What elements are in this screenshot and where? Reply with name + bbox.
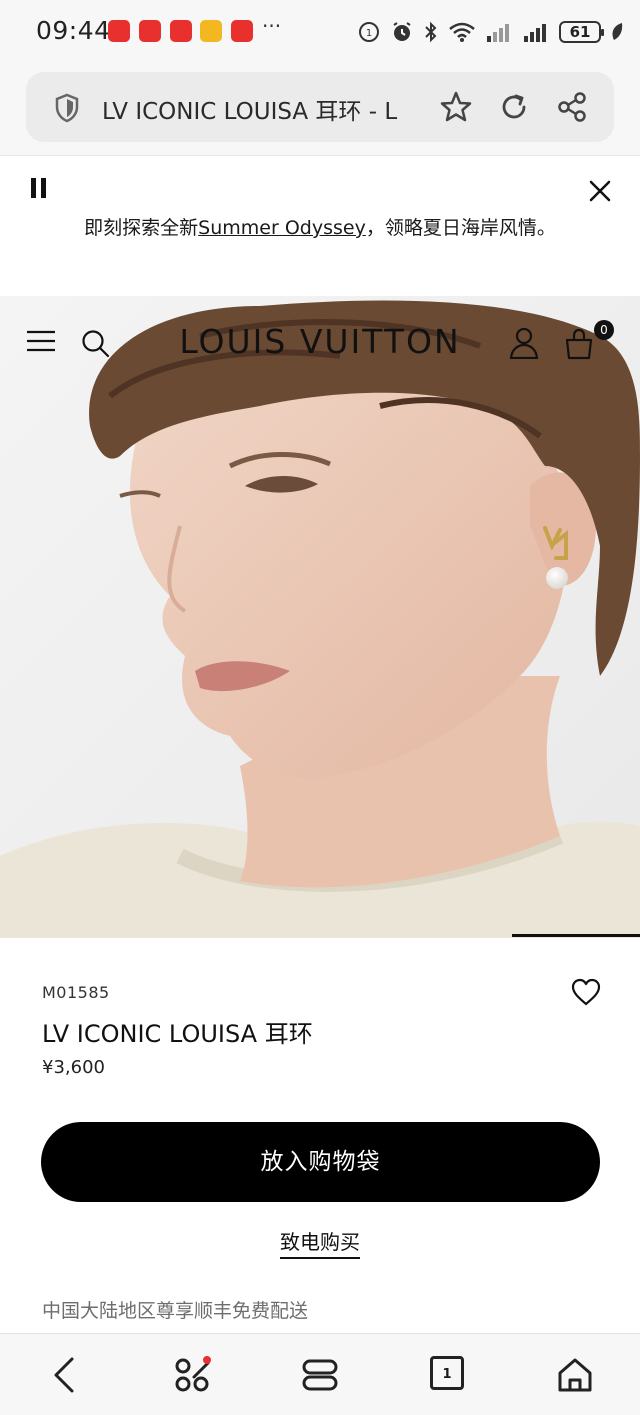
- status-bar: 09:44 ··· 1 61: [0, 0, 640, 64]
- add-to-bag-button[interactable]: 放入购物袋: [41, 1122, 600, 1202]
- huawei-app-notification-icon: [231, 20, 253, 42]
- more-notifications-icon: ···: [262, 14, 282, 38]
- home-icon[interactable]: [556, 1356, 594, 1394]
- site-header: LOUIS VUITTON 0: [0, 296, 640, 392]
- browser-bottom-nav: 1: [0, 1333, 640, 1415]
- account-icon[interactable]: [509, 327, 539, 359]
- promo-link[interactable]: Summer Odyssey: [198, 217, 366, 239]
- product-price: ¥3,600: [42, 1057, 105, 1078]
- tabs-button[interactable]: 1: [430, 1356, 464, 1390]
- messages-notification-icon: [139, 20, 161, 42]
- bag-count-badge: 0: [594, 320, 614, 340]
- huawei-app-notification-icon: [108, 20, 130, 42]
- browser-toolbar: LV ICONIC LOUISA 耳环 - L: [0, 64, 640, 156]
- reload-icon[interactable]: [498, 91, 530, 123]
- model-wearing-earring-image: [0, 296, 640, 938]
- pause-icon[interactable]: [30, 178, 48, 198]
- product-sku: M01585: [42, 983, 110, 1002]
- huawei-app-notification-icon: [170, 20, 192, 42]
- svg-text:1: 1: [366, 28, 372, 39]
- product-image-gallery[interactable]: LOUIS VUITTON 0: [0, 296, 640, 938]
- battery-indicator: 61: [559, 21, 604, 43]
- promo-message: 即刻探索全新Summer Odyssey，领略夏日海岸风情。: [0, 213, 640, 240]
- hd-call-icon: 1: [359, 22, 379, 42]
- back-icon[interactable]: [50, 1356, 78, 1394]
- call-to-buy-label[interactable]: 致电购买: [280, 1230, 360, 1259]
- gallery-progress-indicator: [512, 934, 640, 937]
- shopping-bag-icon[interactable]: [564, 328, 594, 360]
- promo-text-after: ，领略夏日海岸风情。: [365, 217, 556, 239]
- mail-notification-icon: [200, 20, 222, 42]
- url-text[interactable]: LV ICONIC LOUISA 耳环 - L: [102, 92, 432, 126]
- promo-banner: 即刻探索全新Summer Odyssey，领略夏日海岸风情。: [0, 157, 640, 296]
- signal-sim1-icon: [487, 24, 509, 42]
- leaf-icon: [612, 23, 623, 40]
- product-title: LV ICONIC LOUISA 耳环: [42, 1020, 313, 1048]
- home-cards-icon[interactable]: [301, 1356, 339, 1394]
- brand-logo[interactable]: LOUIS VUITTON: [0, 322, 640, 361]
- share-icon[interactable]: [556, 91, 588, 123]
- signal-sim2-icon: [524, 24, 546, 42]
- alarm-icon: [393, 22, 411, 41]
- shield-icon[interactable]: [54, 93, 80, 123]
- address-bar[interactable]: LV ICONIC LOUISA 耳环 - L: [26, 72, 614, 142]
- system-icons: 1 61: [357, 18, 624, 46]
- wifi-icon: [449, 22, 475, 42]
- apps-icon[interactable]: [173, 1356, 211, 1394]
- status-time: 09:44: [36, 16, 111, 45]
- call-to-buy-link[interactable]: 致电购买: [0, 1226, 640, 1259]
- bluetooth-icon: [425, 21, 437, 43]
- close-icon[interactable]: [588, 179, 612, 203]
- heart-wishlist-icon[interactable]: [571, 978, 601, 1006]
- promo-text-before: 即刻探索全新: [84, 217, 199, 239]
- shipping-note: 中国大陆地区尊享顺丰免费配送: [42, 1300, 309, 1322]
- bookmark-star-icon[interactable]: [438, 89, 474, 125]
- tab-count: 1: [442, 1367, 452, 1382]
